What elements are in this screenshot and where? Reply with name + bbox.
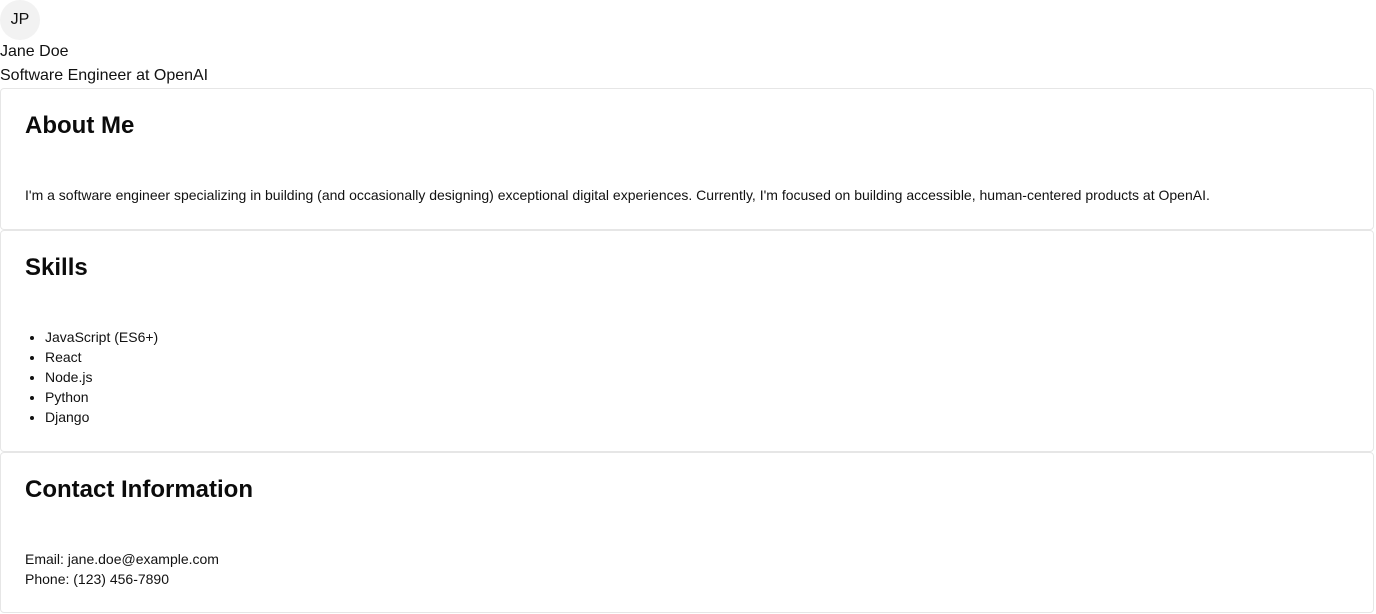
list-item: Python [45, 387, 158, 407]
about-card: About Me I'm a software engineer special… [0, 88, 1374, 230]
contact-card: Contact Information Email: jane.doe@exam… [0, 452, 1374, 613]
avatar-initials: JP [10, 11, 30, 28]
email-line: Email: jane.doe@example.com [25, 551, 219, 567]
contact-title: Contact Information [25, 476, 253, 503]
phone-line: Phone: (123) 456-7890 [25, 571, 169, 587]
profile-name: Jane Doe [0, 43, 69, 60]
contact-details: Email: jane.doe@example.com Phone: (123)… [25, 549, 219, 589]
profile-role: Software Engineer at OpenAI [0, 67, 209, 84]
about-title: About Me [25, 112, 135, 139]
about-text: I'm a software engineer specializing in … [25, 187, 1210, 203]
list-item: JavaScript (ES6+) [45, 327, 158, 347]
list-item: React [45, 347, 158, 367]
list-item: Django [45, 407, 158, 427]
profile-header: JP Jane Doe Software Engineer at OpenAI [0, 0, 1376, 88]
skills-list: JavaScript (ES6+) React Node.js Python D… [25, 327, 158, 427]
avatar: JP [0, 0, 40, 40]
skills-title: Skills [25, 254, 88, 281]
list-item: Node.js [45, 367, 158, 387]
skills-card: Skills JavaScript (ES6+) React Node.js P… [0, 230, 1374, 452]
